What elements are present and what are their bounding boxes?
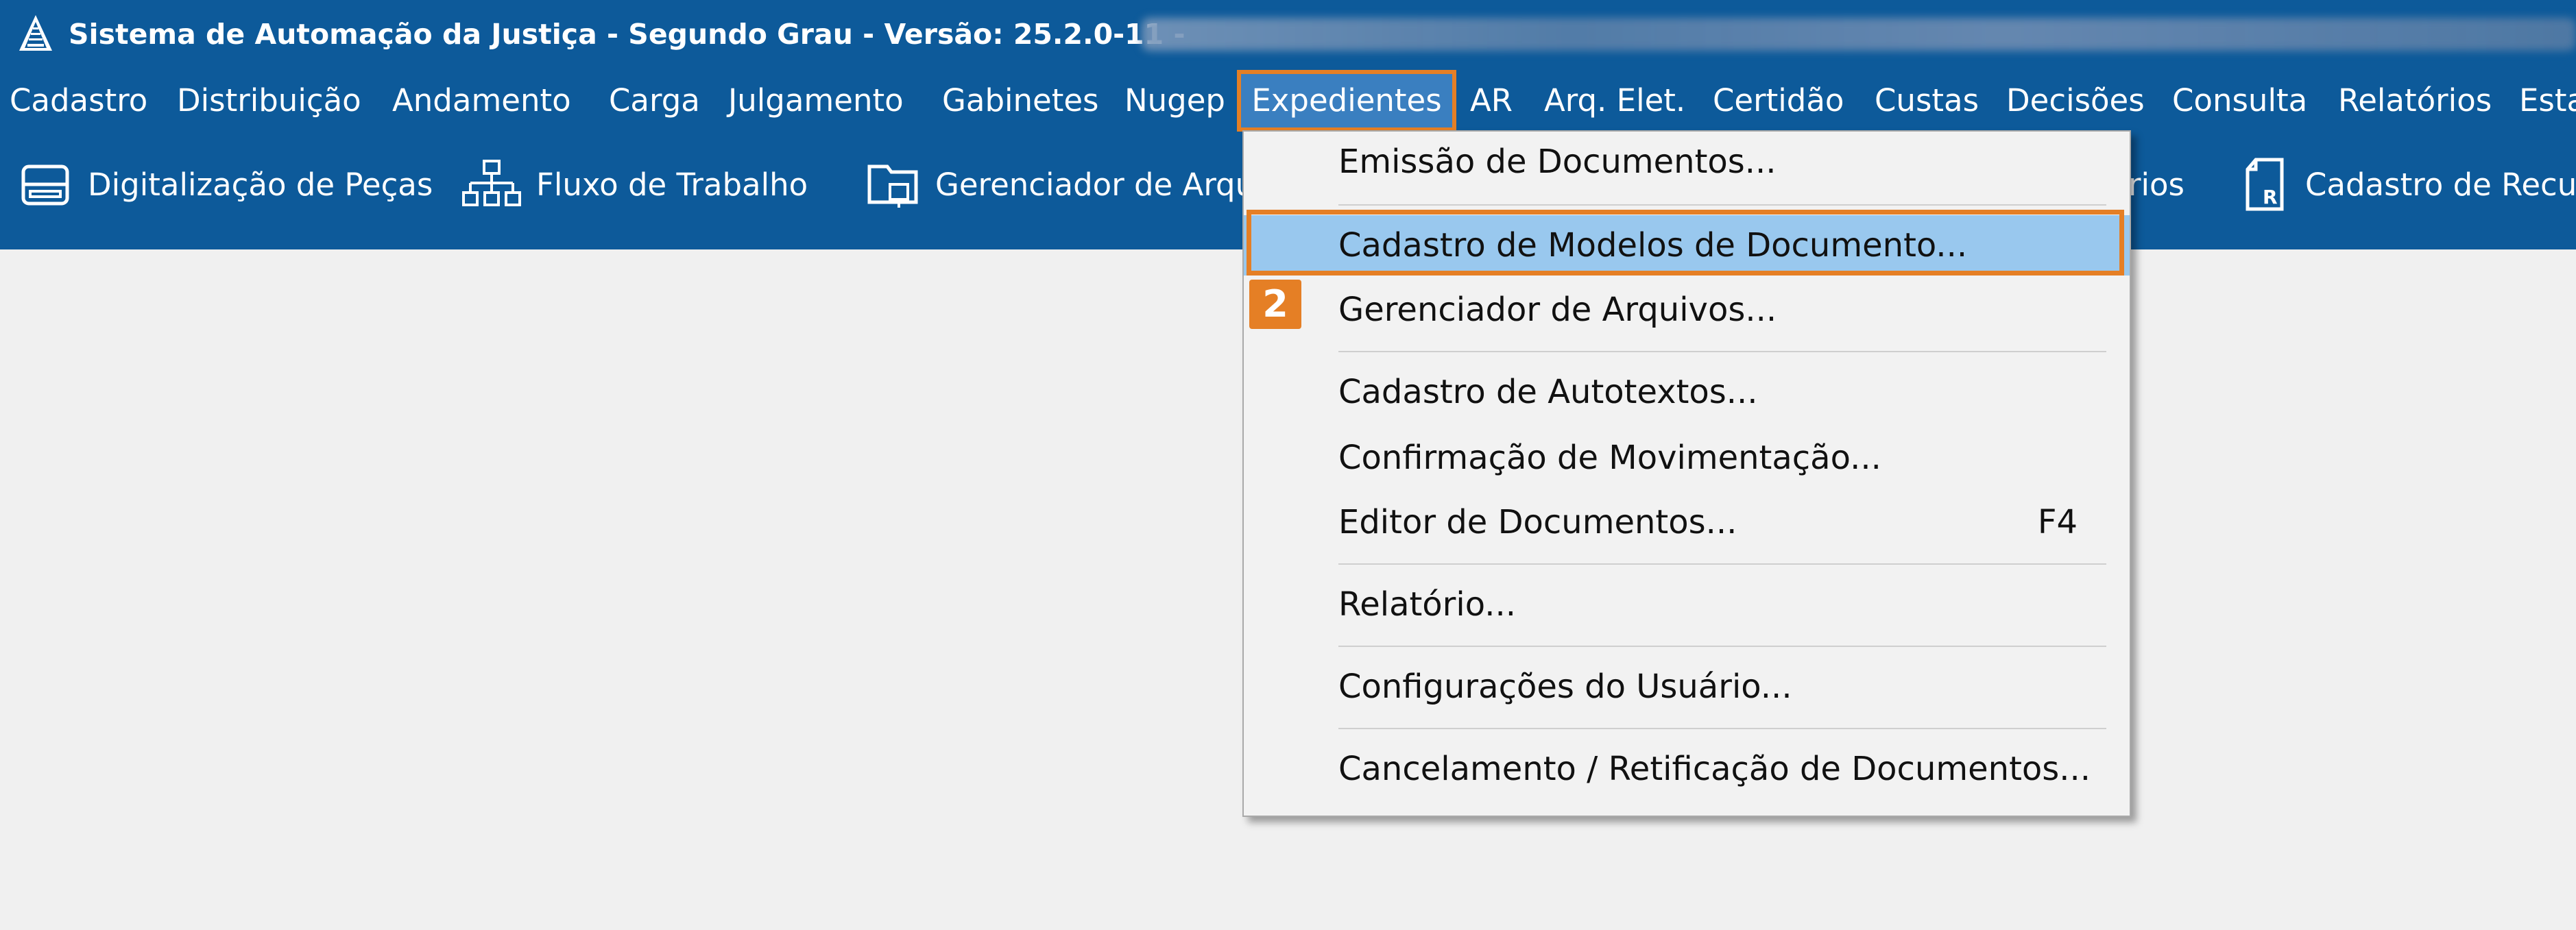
expedientes-dropdown: Emissão de Documentos... Cadastro de Mod… (1242, 130, 2131, 817)
menu-nugep[interactable]: Nugep (1122, 69, 1228, 133)
menu-separator (1338, 646, 2106, 647)
menu-item-relatorio[interactable]: Relatório... (1244, 574, 2130, 635)
menu-item-cadastro-autotextos[interactable]: Cadastro de Autotextos... (1244, 362, 2130, 422)
menu-item-label: Cancelamento / Retificação de Documentos… (1338, 750, 2091, 788)
file-manager-icon (867, 164, 918, 208)
menu-decisoes[interactable]: Decisões (2003, 69, 2147, 133)
workflow-icon (462, 160, 521, 206)
menu-item-configuracoes-usuario[interactable]: Configurações do Usuário... (1244, 657, 2130, 717)
menu-item-label: Emissão de Documentos... (1338, 143, 1777, 181)
menu-separator (1338, 204, 2106, 206)
menu-julgamento[interactable]: Julgamento (725, 69, 906, 133)
blurred-user-info (1142, 18, 2576, 51)
tool-fluxo-trabalho[interactable]: Fluxo de Trabalho (462, 133, 808, 236)
tool-digitalizacao[interactable]: Digitalização de Peças (18, 133, 433, 236)
menu-distribuicao[interactable]: Distribuição (174, 69, 364, 133)
menu-item-label: Configurações do Usuário... (1338, 668, 1792, 706)
menu-carga[interactable]: Carga (606, 69, 703, 133)
menu-item-label: Cadastro de Modelos de Documento... (1338, 226, 1968, 265)
menu-cadastro[interactable]: Cadastro (7, 69, 150, 133)
menu-item-label: Confirmação de Movimentação... (1338, 439, 1881, 477)
menu-bar: Cadastro Distribuição Andamento Carga Ju… (0, 69, 2576, 133)
tool-label: rios (2128, 166, 2184, 203)
menu-item-label: Gerenciador de Arquivos... (1338, 291, 1777, 329)
tool-label: Cadastro de Recur (2305, 166, 2576, 203)
menu-ar[interactable]: AR (1467, 69, 1515, 133)
menu-separator (1338, 351, 2106, 352)
menu-item-label: Editor de Documentos... (1338, 503, 1737, 541)
menu-item-emissao-documentos[interactable]: Emissão de Documentos... (1244, 132, 2130, 192)
menu-separator (1338, 728, 2106, 729)
menu-item-editor-documentos[interactable]: Editor de Documentos... F4 (1244, 492, 2130, 552)
menu-custas[interactable]: Custas (1872, 69, 1982, 133)
menu-item-cancelamento-retificacao[interactable]: Cancelamento / Retificação de Documentos… (1244, 739, 2130, 799)
menu-item-confirmacao-movimentacao[interactable]: Confirmação de Movimentação... (1244, 428, 2130, 488)
menu-item-label: Relatório... (1338, 585, 1517, 624)
tool-label: Fluxo de Trabalho (536, 166, 808, 203)
step-badge-2: 2 (1249, 280, 1301, 329)
title-bar: Sistema de Automação da Justiça - Segund… (0, 0, 2576, 69)
svg-text:R: R (2263, 186, 2278, 208)
tool-relatorios-partial[interactable]: rios (2128, 133, 2184, 236)
shortcut-label: F4 (2037, 503, 2078, 541)
app-logo-icon (19, 15, 52, 51)
tool-gerenciador-arquivos[interactable]: Gerenciador de Arqu (865, 133, 1255, 236)
scanner-icon (21, 164, 69, 206)
resource-register-icon: R (2246, 158, 2284, 211)
menu-relatorios[interactable]: Relatórios (2335, 69, 2494, 133)
menu-certidao[interactable]: Certidão (1710, 69, 1846, 133)
menu-gabinetes[interactable]: Gabinetes (939, 69, 1102, 133)
menu-consulta[interactable]: Consulta (2169, 69, 2310, 133)
tool-cadastro-recursos[interactable]: R Cadastro de Recur (2242, 133, 2576, 236)
tool-label: Gerenciador de Arqu (935, 166, 1255, 203)
menu-item-cadastro-modelos-documento[interactable]: Cadastro de Modelos de Documento... (1244, 215, 2130, 276)
menu-expedientes[interactable]: Expedientes (1237, 70, 1456, 132)
menu-arq-elet[interactable]: Arq. Elet. (1541, 69, 1688, 133)
tool-label: Digitalização de Peças (88, 166, 433, 203)
menu-esta[interactable]: Esta (2516, 69, 2576, 133)
menu-andamento[interactable]: Andamento (389, 69, 574, 133)
window-title: Sistema de Automação da Justiça - Segund… (69, 18, 1185, 51)
menu-item-gerenciador-arquivos[interactable]: Gerenciador de Arquivos... (1244, 280, 2130, 340)
menu-item-label: Cadastro de Autotextos... (1338, 373, 1758, 411)
menu-separator (1338, 563, 2106, 565)
